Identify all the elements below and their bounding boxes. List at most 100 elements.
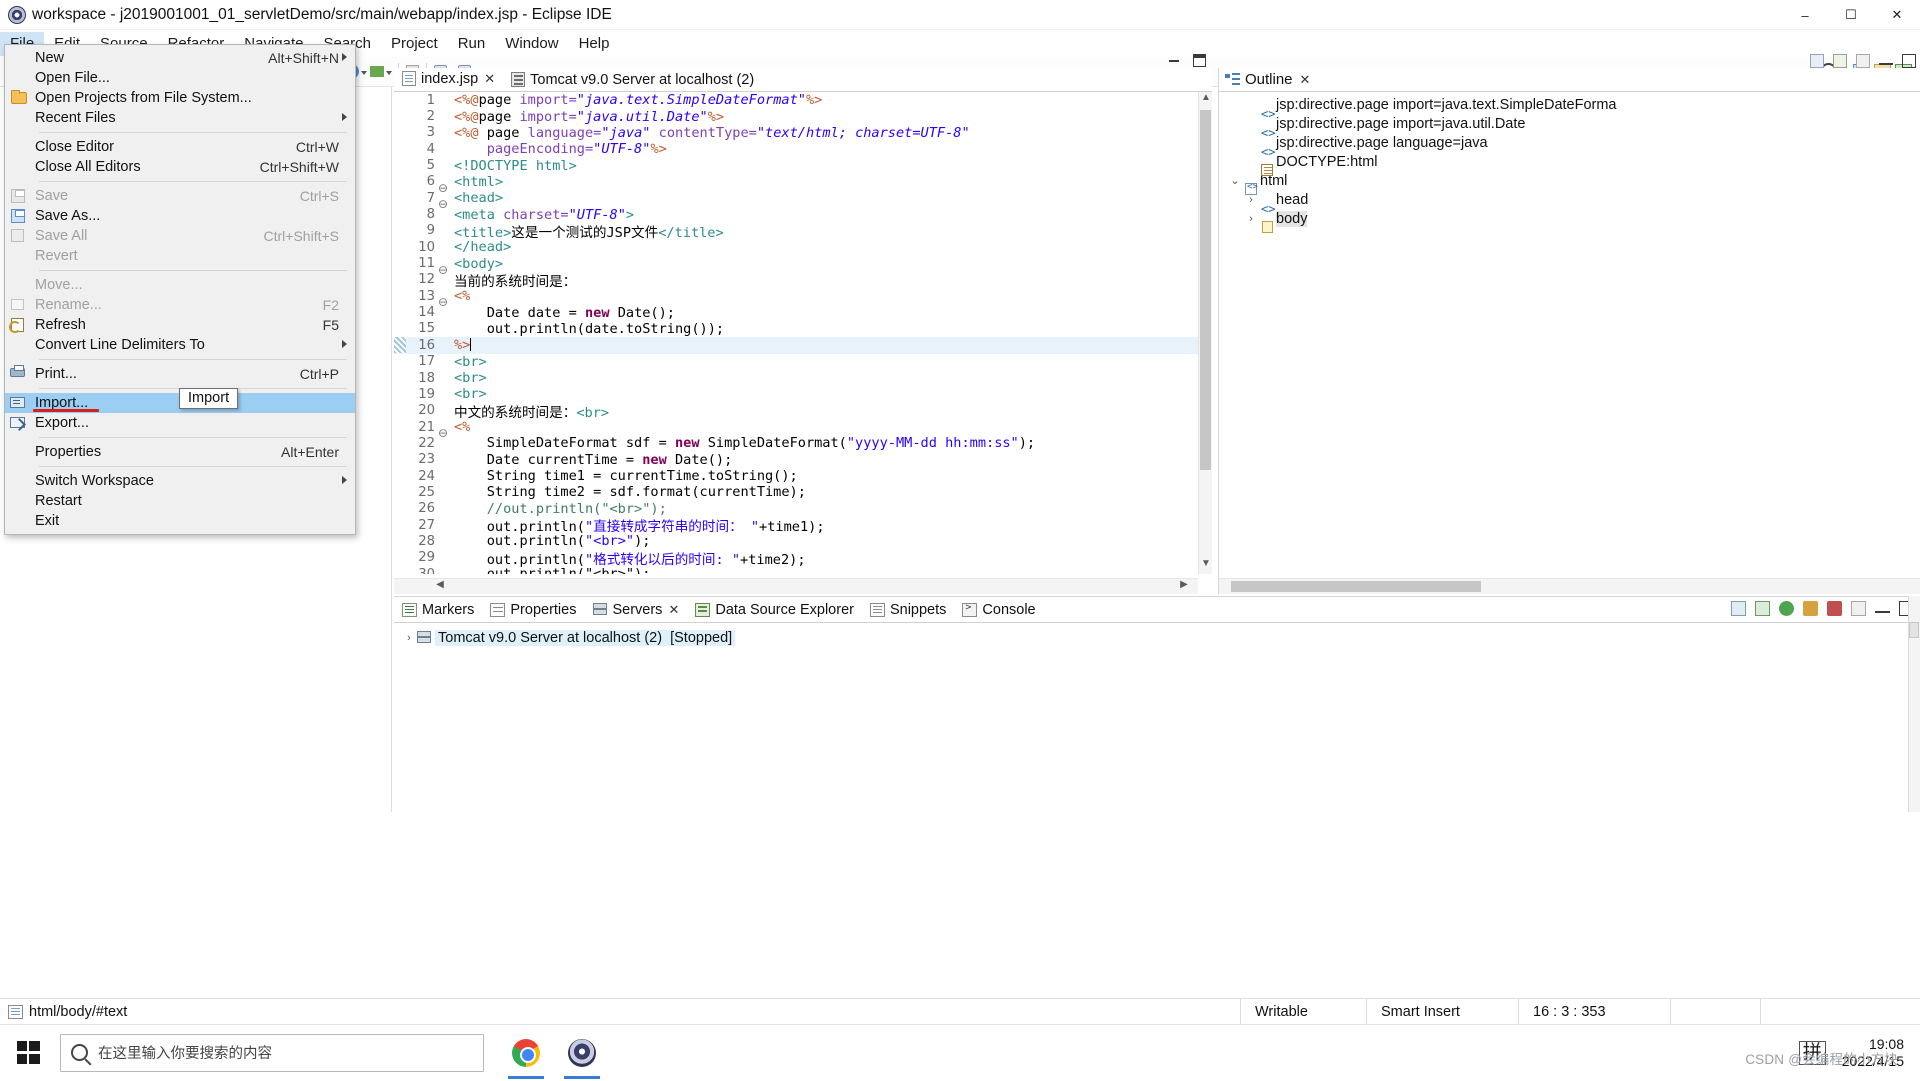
maximize-editor-icon[interactable] [1193, 54, 1206, 67]
menu-item-switch-workspace[interactable]: Switch Workspace [5, 471, 355, 491]
file-menu-popup[interactable]: New Alt+Shift+N Open File... Open Projects … [4, 44, 356, 535]
view-menu-icon[interactable] [1851, 601, 1866, 616]
menu-item-refresh[interactable]: Refresh F5 [5, 315, 355, 335]
code-line[interactable]: 18 <br> [394, 370, 1212, 386]
scroll-thumb[interactable] [1231, 581, 1481, 592]
expand-twisty-icon[interactable]: › [402, 632, 416, 644]
menu-item-properties[interactable]: Properties Alt+Enter [5, 442, 355, 462]
code-line[interactable]: 17 <br> [394, 354, 1212, 370]
editor-tab-tomcat-v9-0-server-at-localhost-2[interactable]: Tomcat v9.0 Server at localhost (2) [503, 68, 762, 91]
code-line[interactable]: 21 <% [394, 419, 1212, 440]
menu-item-export[interactable]: Export... [5, 413, 355, 433]
close-button[interactable]: ✕ [1874, 0, 1920, 30]
code-line[interactable]: 23 Date currentTime = new Date(); [394, 452, 1212, 468]
close-outline-icon[interactable]: ✕ [1300, 72, 1311, 88]
menu-item-restart[interactable]: Restart [5, 491, 355, 511]
expand-twisty-icon[interactable]: › [1243, 194, 1259, 206]
outline-item-body[interactable]: › body [1219, 209, 1920, 233]
code-line[interactable]: 5 <!DOCTYPE html> [394, 157, 1212, 174]
view-menu-icon[interactable] [1856, 54, 1870, 68]
bottom-tab-properties[interactable]: Properties [482, 597, 584, 622]
bottom-tab-markers[interactable]: Markers [394, 597, 482, 622]
code-line[interactable]: 16 %> [394, 337, 1212, 354]
menu-run[interactable]: Run [448, 32, 496, 56]
collapse-all-icon[interactable] [1810, 54, 1824, 68]
menu-item-new[interactable]: New Alt+Shift+N [5, 48, 355, 68]
code-line[interactable]: 7 <head> [394, 190, 1212, 211]
scroll-thumb[interactable] [1200, 110, 1211, 470]
menu-item-print[interactable]: Print... Ctrl+P [5, 364, 355, 384]
code-line[interactable]: 12 当前的系统时间是： [394, 272, 1212, 290]
outline-item-jsp-directive-page[interactable]: <> jsp:directive.page language=java [1219, 133, 1920, 159]
bottom-tab-snippets[interactable]: Snippets [862, 597, 954, 622]
outline-item-html[interactable]: ⌄html [1219, 171, 1920, 195]
code-line[interactable]: 25 String time2 = sdf.format(currentTime… [394, 484, 1212, 500]
menu-item-close-all-editors[interactable]: Close All Editors Ctrl+Shift+W [5, 157, 355, 177]
minimize-button[interactable]: – [1782, 0, 1828, 30]
menu-project[interactable]: Project [381, 32, 448, 56]
sort-icon[interactable] [1833, 54, 1847, 68]
code-line[interactable]: 10 </head> [394, 239, 1212, 255]
menu-item-save-as[interactable]: Save As... [5, 206, 355, 226]
close-tab-icon[interactable]: ✕ [668, 602, 679, 618]
code-line[interactable]: 27 out.println("直接转成字符串的时间： "+time1); [394, 517, 1212, 536]
code-line[interactable]: 13 <% [394, 288, 1212, 309]
outline-tree[interactable]: <> jsp:directive.page import=java.text.Si… [1219, 92, 1920, 576]
menu-window[interactable]: Window [495, 32, 568, 56]
outline-item-head[interactable]: › <> head [1219, 190, 1920, 216]
menu-item-open-file[interactable]: Open File... [5, 68, 355, 88]
menu-item-recent-files[interactable]: Recent Files [5, 108, 355, 128]
restore-view-icon[interactable] [1909, 622, 1919, 638]
stop-server-icon[interactable] [1827, 601, 1842, 616]
code-line[interactable]: 29 out.println("格式转化以后的时间: "+time2); [394, 550, 1212, 568]
scroll-down-icon[interactable]: ▼ [1200, 558, 1212, 574]
taskbar-app-eclipse[interactable] [554, 1025, 610, 1081]
outline-item-jsp-directive-page[interactable]: <> jsp:directive.page import=java.text.Si… [1219, 95, 1920, 121]
scroll-right-icon[interactable]: ▶ [1176, 579, 1192, 594]
menu-item-import[interactable]: Import... Import [5, 388, 355, 413]
menu-item-open-projects-from-file-system[interactable]: Open Projects from File System... [5, 88, 355, 108]
open-type-dropdown-icon[interactable] [361, 62, 368, 82]
taskbar-search-input[interactable]: 在这里输入你要搜索的内容 [60, 1033, 484, 1072]
bottom-tab-servers[interactable]: Servers ✕ [584, 597, 687, 622]
bottom-tab-data-source-explorer[interactable]: Data Source Explorer [687, 597, 862, 622]
editor-vertical-scrollbar[interactable]: ▲ ▼ [1198, 92, 1212, 574]
publish-icon[interactable] [1755, 601, 1770, 616]
code-editor[interactable]: 1 <%@page import="java.text.SimpleDateFor… [394, 92, 1212, 574]
maximize-outline-icon[interactable] [1902, 54, 1916, 68]
servers-list[interactable]: › Tomcat v9.0 Server at localhost (2) [S… [394, 623, 1920, 812]
server-list-item[interactable]: › Tomcat v9.0 Server at localhost (2) [S… [394, 628, 1920, 647]
next-annotation-dropdown-icon[interactable] [386, 62, 393, 82]
editor-tab-index-jsp[interactable]: index.jsp ✕ [394, 68, 504, 91]
code-line[interactable]: 3 <%@ page language="java" contentType="t… [394, 125, 1212, 141]
code-line[interactable]: 22 SimpleDateFormat sdf = new SimpleDate… [394, 435, 1212, 451]
code-line[interactable]: 6 <html> [394, 174, 1212, 195]
outline-item-jsp-directive-page[interactable]: <> jsp:directive.page import=java.util.Da… [1219, 114, 1920, 140]
menu-item-close-editor[interactable]: Close Editor Ctrl+W [5, 137, 355, 157]
outline-horizontal-scrollbar[interactable] [1219, 578, 1920, 594]
code-line[interactable]: 4 pageEncoding="UTF-8"%> [394, 141, 1212, 157]
scroll-up-icon[interactable]: ▲ [1200, 92, 1212, 108]
expand-twisty-icon[interactable]: ⌄ [1227, 174, 1243, 187]
code-line[interactable]: 15 out.println(date.toString()); [394, 321, 1212, 337]
bottom-tab-console[interactable]: Console [954, 597, 1043, 622]
code-line[interactable]: 9 <title>这是一个测试的JSP文件</title> [394, 223, 1212, 241]
code-line[interactable]: 1 <%@page import="java.text.SimpleDateFor… [394, 92, 1212, 108]
code-line[interactable]: 24 String time1 = currentTime.toString()… [394, 468, 1212, 484]
editor-horizontal-scrollbar[interactable]: ◀ ▶ [394, 578, 1198, 594]
expand-twisty-icon[interactable]: › [1243, 213, 1259, 225]
next-annotation-icon[interactable] [370, 66, 384, 77]
code-line[interactable]: 2 <%@page import="java.util.Date"%> [394, 108, 1212, 125]
maximize-button[interactable]: ☐ [1828, 0, 1874, 30]
menu-item-convert-line-delimiters-to[interactable]: Convert Line Delimiters To [5, 335, 355, 355]
outline-item-doctype-html[interactable]: DOCTYPE:html [1219, 152, 1920, 176]
start-button[interactable] [0, 1025, 56, 1081]
minimize-bottom-view-icon[interactable] [1875, 604, 1890, 613]
scroll-left-icon[interactable]: ◀ [432, 579, 448, 594]
minimize-outline-icon[interactable] [1879, 57, 1893, 65]
new-server-icon[interactable] [1731, 601, 1746, 616]
start-server-icon[interactable] [1779, 601, 1794, 616]
menu-item-exit[interactable]: Exit [5, 511, 355, 531]
taskbar-app-chrome[interactable] [498, 1025, 554, 1081]
debug-server-icon[interactable] [1803, 601, 1818, 616]
